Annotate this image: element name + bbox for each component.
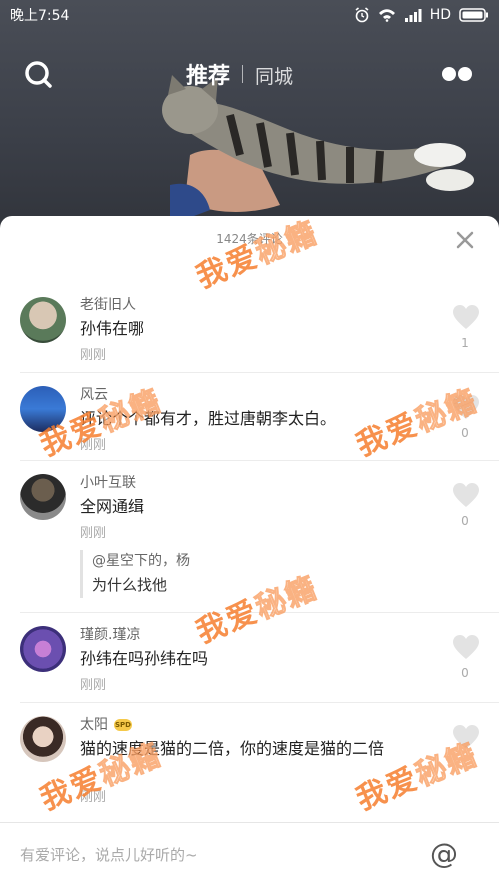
comment-author[interactable]: 瑾颜.瑾凉 [80, 624, 140, 644]
more-button[interactable] [440, 66, 474, 82]
comment-input[interactable] [20, 839, 400, 871]
vip-badge: SPD [114, 719, 132, 731]
divider [20, 702, 499, 703]
cat-video-frame [162, 75, 474, 225]
divider [20, 460, 499, 461]
divider [20, 612, 499, 613]
comment-text: 孙纬在吗孙纬在吗 [80, 649, 209, 668]
search-icon [25, 61, 52, 88]
avatar[interactable] [20, 386, 66, 432]
comment-time: 刚刚 [80, 526, 107, 541]
like-count: 0 [461, 666, 469, 680]
tab-recommend[interactable]: 推荐 [186, 58, 230, 90]
comment-text: 全网通缉 [80, 497, 145, 516]
close-button[interactable] [455, 230, 475, 250]
tab-same-city[interactable]: 同城 [255, 62, 293, 89]
comment-author[interactable]: 老街旧人 [80, 294, 136, 314]
avatar[interactable] [20, 297, 66, 343]
reply-quote[interactable]: @星空下的，杨 为什么找他 [80, 550, 420, 598]
like-count: 0 [461, 514, 469, 528]
comment-item[interactable]: 小叶互联 全网通缉 刚刚 0 @星空下的，杨 为什么找他 [0, 470, 499, 620]
heart-icon[interactable] [452, 394, 480, 420]
close-icon [456, 231, 474, 249]
avatar[interactable] [20, 716, 66, 762]
sheet-header: 1424条评论 [0, 216, 499, 264]
reply-text: 为什么找他 [92, 576, 168, 594]
comment-text: 猫的速度是猫的二倍，你的速度是猫的二倍 [80, 739, 385, 758]
signal-icon [404, 8, 422, 22]
comment-time: 刚刚 [80, 678, 107, 693]
wifi-icon [378, 8, 396, 22]
status-time: 晚上7:54 [10, 8, 70, 24]
comment-item[interactable]: 瑾颜.瑾凉 孙纬在吗孙纬在吗 刚刚 0 [0, 622, 499, 706]
tab-divider [242, 65, 244, 83]
comment-time: 刚刚 [80, 790, 107, 805]
like-count: 0 [461, 426, 469, 440]
battery-icon [459, 8, 489, 22]
search-button[interactable] [24, 60, 54, 90]
comment-time: 刚刚 [80, 438, 107, 453]
comment-sheet: 1424条评论 老街旧人 孙伟在哪 刚刚 1 风云 评论个个都有才，胜过唐朝李太… [0, 216, 499, 888]
heart-icon[interactable] [452, 724, 480, 750]
comment-time: 刚刚 [80, 348, 107, 363]
comment-item[interactable]: 风云 评论个个都有才，胜过唐朝李太白。 刚刚 0 [0, 382, 499, 466]
comment-text: 评论个个都有才，胜过唐朝李太白。 [80, 409, 337, 428]
network-label: HD [429, 7, 451, 23]
comment-item[interactable]: 太阳 SPD 猫的速度是猫的二倍，你的速度是猫的二倍 刚刚 [0, 712, 499, 812]
video-background[interactable] [0, 0, 499, 240]
avatar[interactable] [20, 626, 66, 672]
comment-input-bar: @ [0, 822, 499, 888]
status-icons: HD [354, 7, 489, 23]
avatar[interactable] [20, 474, 66, 520]
status-bar: 晚上7:54 HD [0, 0, 499, 30]
alarm-icon [354, 7, 370, 23]
comment-item[interactable]: 老街旧人 孙伟在哪 刚刚 1 [0, 292, 499, 380]
like-count: 1 [461, 336, 469, 350]
divider [20, 372, 499, 373]
reply-author[interactable]: @星空下的，杨 [92, 550, 420, 572]
comment-text: 孙伟在哪 [80, 319, 145, 338]
comment-author[interactable]: 太阳 [80, 717, 108, 733]
top-navigation: 推荐 同城 [0, 52, 499, 96]
dots-icon [442, 67, 472, 81]
heart-icon[interactable] [452, 304, 480, 330]
comment-author-row: 太阳 SPD [80, 714, 132, 734]
feed-tabs: 推荐 同城 [186, 58, 293, 90]
comment-author[interactable]: 小叶互联 [80, 472, 136, 492]
comment-count: 1424条评论 [216, 232, 283, 246]
mention-button[interactable]: @ [430, 837, 458, 870]
heart-icon[interactable] [452, 634, 480, 660]
heart-icon[interactable] [452, 482, 480, 508]
comment-author[interactable]: 风云 [80, 384, 108, 404]
